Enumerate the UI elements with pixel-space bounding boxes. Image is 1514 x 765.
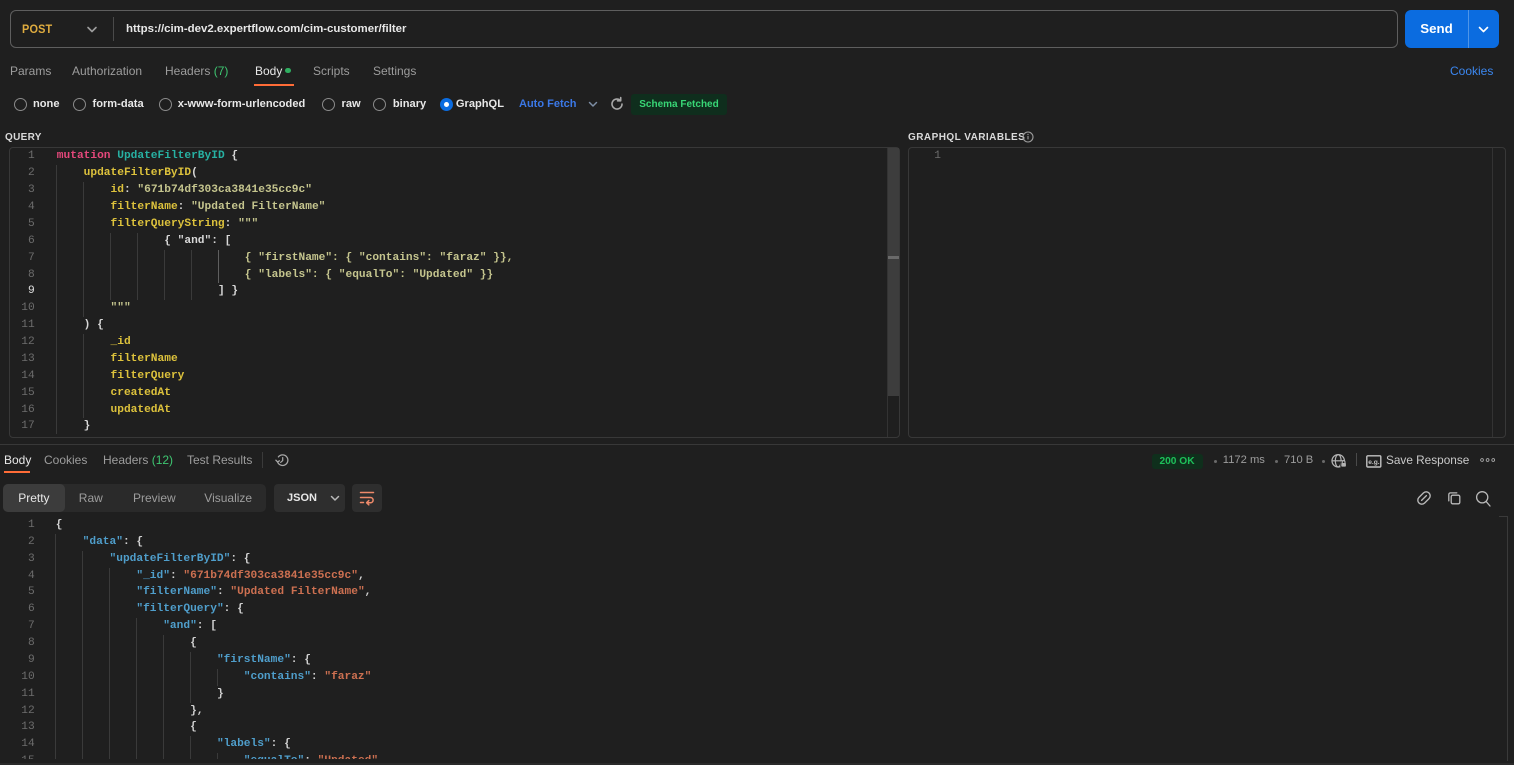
svg-text:e.g.: e.g. (1369, 459, 1381, 466)
